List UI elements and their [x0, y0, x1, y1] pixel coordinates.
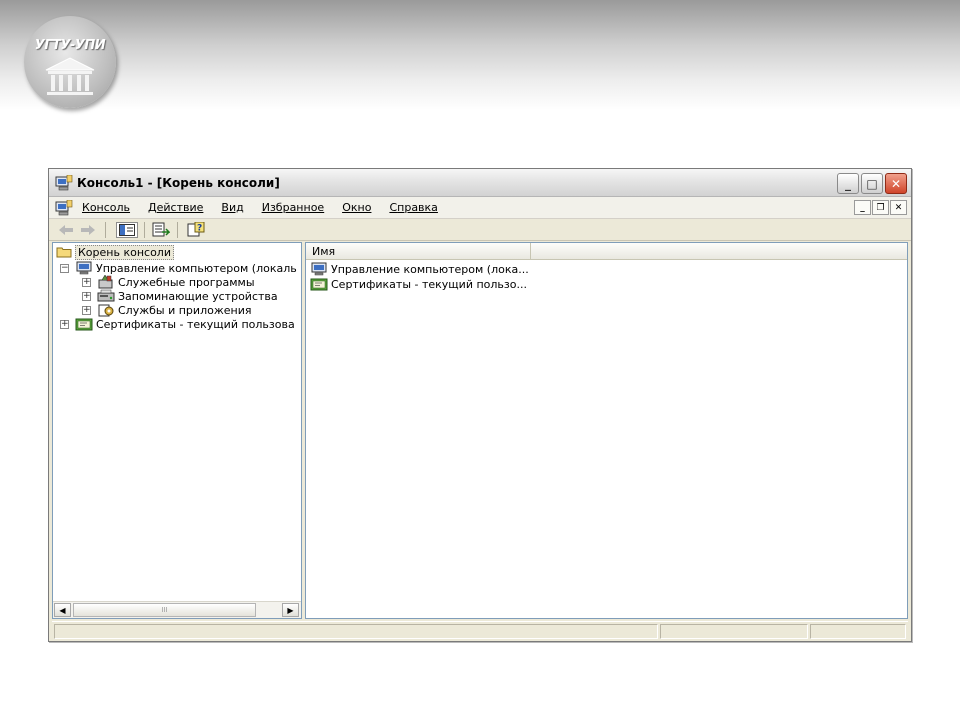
column-header-name[interactable]: Имя: [306, 243, 531, 260]
console-tree[interactable]: Корень консоли − Управление компьютером …: [52, 242, 302, 619]
menu-action[interactable]: Действие: [148, 201, 203, 214]
logo-text: УГТУ-УПИ: [34, 38, 106, 53]
tree-item-label: Запоминающие устройства: [118, 289, 278, 303]
child-close-button[interactable]: ✕: [890, 200, 907, 215]
menu-window[interactable]: Окно: [342, 201, 371, 214]
expand-toggle[interactable]: +: [60, 320, 69, 329]
tree-item-label: Службы и приложения: [118, 303, 252, 317]
tree-root[interactable]: Корень консоли: [56, 244, 174, 260]
back-arrow-icon[interactable]: [57, 222, 75, 238]
list-item[interactable]: Сертификаты - текущий пользо...: [310, 277, 527, 291]
folder-icon: [56, 247, 72, 258]
result-pane[interactable]: Имя Управление компьютером (лока... Серт…: [305, 242, 908, 619]
maximize-button[interactable]: □: [861, 173, 883, 194]
list-item[interactable]: Управление компьютером (лока...: [310, 262, 529, 276]
computer-icon: [311, 262, 327, 276]
menu-view[interactable]: Вид: [221, 201, 243, 214]
menu-bar: Консоль Действие Вид Избранное Окно Спра…: [49, 197, 911, 219]
certificate-icon: [75, 318, 93, 331]
expand-toggle[interactable]: +: [82, 278, 91, 287]
expand-toggle[interactable]: +: [82, 292, 91, 301]
help-icon[interactable]: ?: [186, 222, 206, 238]
window-title: Консоль1 - [Корень консоли]: [77, 176, 280, 190]
services-icon: [98, 304, 114, 317]
close-button[interactable]: ✕: [885, 173, 907, 194]
menu-favorites[interactable]: Избранное: [262, 201, 324, 214]
tree-item-system-tools[interactable]: Служебные программы: [97, 275, 255, 289]
tree-item-services[interactable]: Службы и приложения: [97, 303, 251, 317]
tree-root-label: Корень консоли: [75, 244, 174, 260]
list-item-label: Сертификаты - текущий пользо...: [331, 277, 527, 291]
menu-help[interactable]: Справка: [389, 201, 437, 214]
toolbar: ?: [49, 219, 911, 241]
expand-toggle[interactable]: +: [82, 306, 91, 315]
tree-item-certificates[interactable]: Сертификаты - текущий пользова: [75, 317, 295, 331]
child-restore-button[interactable]: ❐: [872, 200, 889, 215]
tree-item-label: Сертификаты - текущий пользова: [96, 317, 295, 331]
building-icon: [45, 57, 95, 95]
scroll-left-button[interactable]: ◀: [54, 603, 71, 617]
tree-item-storage[interactable]: Запоминающие устройства: [97, 289, 278, 303]
svg-text:?: ?: [197, 224, 202, 234]
mmc-console-icon: [55, 175, 73, 191]
scroll-thumb[interactable]: III: [73, 603, 256, 617]
computer-icon: [76, 261, 92, 275]
list-item-label: Управление компьютером (лока...: [331, 262, 529, 276]
status-cell: [660, 624, 808, 639]
column-header-row: Имя: [306, 243, 907, 260]
show-hide-tree-icon[interactable]: [116, 222, 138, 238]
export-list-icon[interactable]: [151, 222, 171, 238]
minimize-button[interactable]: _: [837, 173, 859, 194]
tree-item-computer-management[interactable]: Управление компьютером (локаль: [75, 261, 297, 275]
title-bar[interactable]: Консоль1 - [Корень консоли] _ □ ✕: [49, 169, 911, 197]
status-cell: [810, 624, 906, 639]
tree-horizontal-scrollbar[interactable]: ◀ III ▶: [53, 601, 301, 618]
university-logo: УГТУ-УПИ: [24, 16, 116, 108]
child-minimize-button[interactable]: _: [854, 200, 871, 215]
status-bar: [52, 621, 908, 639]
mmc-window: Консоль1 - [Корень консоли] _ □ ✕ Консол…: [48, 168, 912, 642]
collapse-toggle[interactable]: −: [60, 264, 69, 273]
console-menu-icon[interactable]: [55, 200, 73, 216]
scroll-right-button[interactable]: ▶: [282, 603, 299, 617]
menu-console[interactable]: Консоль: [82, 201, 130, 214]
storage-icon: [97, 289, 115, 302]
certificate-icon: [310, 278, 328, 291]
tree-item-label: Служебные программы: [118, 275, 255, 289]
status-cell-main: [54, 624, 658, 639]
tree-item-label: Управление компьютером (локаль: [96, 261, 297, 275]
tools-icon: [98, 275, 113, 289]
forward-arrow-icon[interactable]: [79, 222, 97, 238]
